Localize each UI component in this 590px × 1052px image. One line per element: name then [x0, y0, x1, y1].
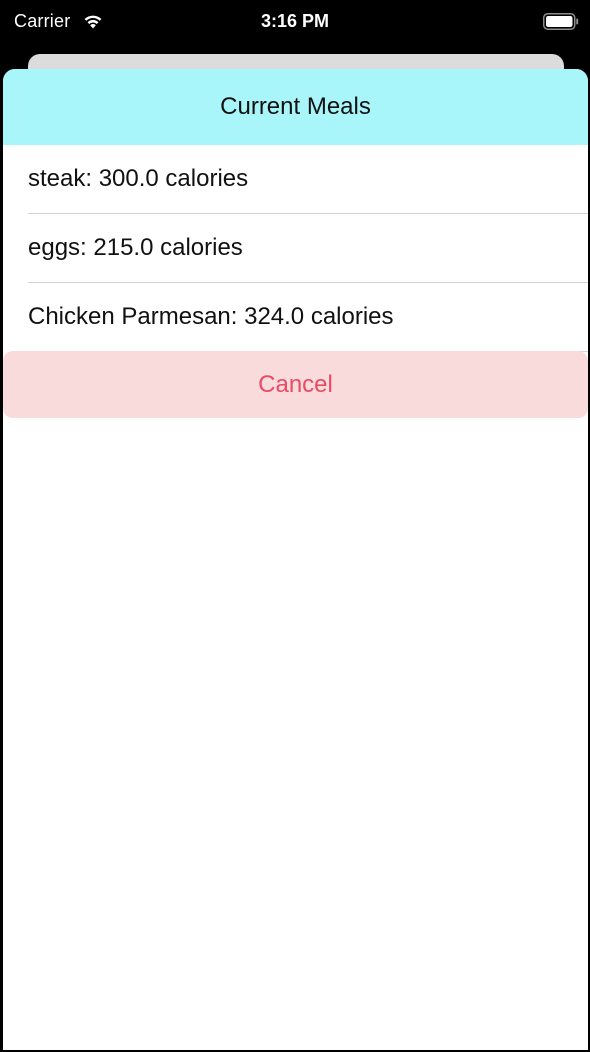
meal-list: steak: 300.0 calories eggs: 215.0 calori…	[3, 145, 588, 352]
meal-label: steak: 300.0 calories	[28, 165, 249, 192]
meal-label: eggs: 215.0 calories	[28, 234, 243, 261]
meal-row[interactable]: eggs: 215.0 calories	[28, 214, 588, 283]
status-bar: Carrier 3:16 PM	[0, 0, 590, 46]
status-time: 3:16 PM	[260, 11, 330, 31]
cancel-button[interactable]: Cancel	[3, 351, 588, 418]
sheet-title: Current Meals	[220, 93, 371, 120]
phone-screen: Carrier 3:16 PM Current Meals steak: 300…	[0, 0, 590, 1052]
meals-sheet: Current Meals steak: 300.0 calories eggs…	[3, 69, 588, 1050]
sheet-header: Current Meals	[3, 69, 588, 145]
meal-row[interactable]: Chicken Parmesan: 324.0 calories	[28, 283, 588, 352]
meal-label: Chicken Parmesan: 324.0 calories	[28, 303, 394, 330]
cancel-button-label: Cancel	[258, 370, 333, 398]
meal-row[interactable]: steak: 300.0 calories	[28, 145, 588, 214]
battery-icon	[543, 13, 579, 30]
